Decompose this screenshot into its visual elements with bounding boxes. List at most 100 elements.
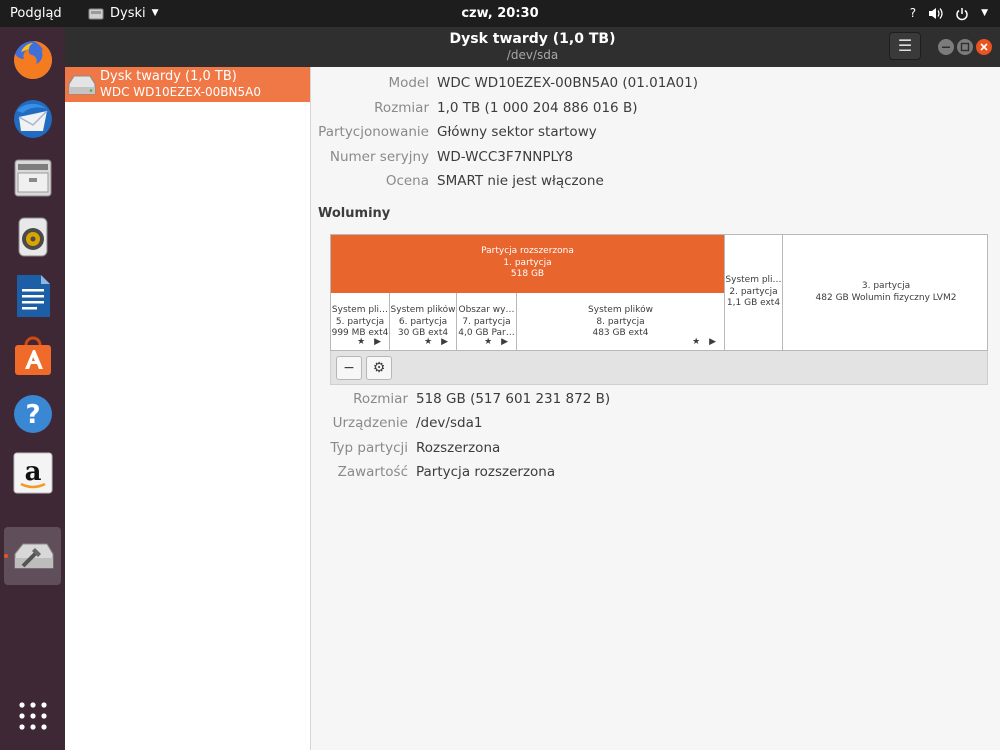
- gears-icon: ⚙: [372, 360, 386, 376]
- volume-line: 1. partycja: [503, 257, 552, 268]
- disks-app-icon: [88, 8, 104, 19]
- serial-label: Numer seryjny: [329, 149, 429, 165]
- thunderbird-icon: [13, 100, 52, 138]
- volume-line: System plików: [390, 305, 456, 315]
- minimize-icon: [942, 46, 950, 48]
- chevron-down-icon: ▼: [981, 8, 988, 18]
- partitioning-value: Główny sektor startowy: [437, 124, 597, 140]
- help-icon: ?: [13, 395, 52, 433]
- delete-partition-button[interactable]: −: [336, 356, 362, 380]
- volume-partition-3[interactable]: 3. partycja 482 GB Wolumin fizyczny LVM2: [782, 235, 987, 350]
- volume-map: Partycja rozszerzona 1. partycja 518 GB …: [330, 234, 988, 351]
- volume-line: Partycja rozszerzona: [481, 246, 574, 256]
- partitioning-label: Partycjonowanie: [318, 124, 429, 140]
- volume-line: 482 GB Wolumin fizyczny LVM2: [815, 292, 957, 303]
- volume-line: 3. partycja: [861, 281, 911, 291]
- mount-markers: ★ ▶: [484, 336, 511, 347]
- partition-type-value: Rozszerzona: [416, 440, 501, 456]
- volume-partition-8[interactable]: System plików 8. partycja 483 GB ext4 ★ …: [516, 293, 724, 350]
- partition-options-button[interactable]: ⚙: [366, 356, 392, 380]
- size-label: Rozmiar: [374, 100, 429, 116]
- maximize-button[interactable]: [957, 39, 973, 55]
- window-subtitle: /dev/sda: [506, 48, 559, 62]
- minimize-button[interactable]: [938, 39, 954, 55]
- contents-value: Partycja rozszerzona: [416, 464, 556, 480]
- dock-amazon[interactable]: a: [4, 444, 61, 502]
- partition-size-label: Rozmiar: [353, 391, 408, 407]
- device-label: Urządzenie: [332, 415, 408, 431]
- disks-icon: [14, 543, 53, 569]
- top-panel: Podgląd Dyski ▼ czw, 20:30 ? ▼: [0, 0, 1000, 27]
- volume-line: 5. partycja: [335, 316, 385, 327]
- dock-thunderbird[interactable]: [4, 90, 61, 148]
- firefox-icon: [13, 40, 52, 79]
- dock-libreoffice-writer[interactable]: [4, 267, 61, 325]
- minus-icon: −: [343, 360, 355, 376]
- volume-line: 518 GB: [510, 269, 545, 279]
- drive-list: Dysk twardy (1,0 TB) WDC WD10EZEX-00BN5A…: [65, 67, 311, 750]
- volume-line: 6. partycja: [398, 316, 448, 327]
- system-indicators[interactable]: ? ▼: [910, 0, 988, 27]
- help-indicator[interactable]: ?: [910, 0, 916, 27]
- chevron-down-icon: ▼: [151, 8, 159, 18]
- mount-markers: ★ ▶: [692, 336, 719, 347]
- activities-button[interactable]: Podgląd: [10, 0, 62, 27]
- dock-firefox[interactable]: [4, 31, 61, 89]
- partition-size-value: 518 GB (517 601 231 872 B): [416, 391, 611, 407]
- app-grid-icon: [18, 702, 47, 730]
- menu-button[interactable]: ☰: [889, 32, 921, 60]
- dock-rhythmbox[interactable]: [4, 208, 61, 266]
- svg-text:a: a: [24, 457, 41, 487]
- window-header: Dysk twardy (1,0 TB) /dev/sda ☰: [65, 27, 1000, 67]
- running-indicator: [4, 554, 8, 558]
- hamburger-icon: ☰: [897, 36, 913, 55]
- power-icon[interactable]: [955, 7, 969, 21]
- hard-disk-icon: [68, 75, 96, 95]
- app-menu-label: Dyski: [110, 6, 146, 21]
- volume-line: System pli…: [725, 275, 782, 285]
- amazon-icon: a: [13, 452, 52, 494]
- volume-line: System plików: [588, 305, 653, 315]
- software-center-icon: [14, 336, 51, 375]
- show-applications[interactable]: [4, 687, 61, 745]
- volume-line: 2. partycja: [729, 286, 778, 297]
- mount-markers: ★ ▶: [424, 336, 451, 347]
- device-value: /dev/sda1: [416, 415, 483, 431]
- volume-icon[interactable]: [928, 7, 943, 20]
- size-value: 1,0 TB (1 000 204 886 016 B): [437, 100, 638, 116]
- dock-help[interactable]: ?: [4, 385, 61, 443]
- model-value: WDC WD10EZEX-00BN5A0 (01.01A01): [437, 75, 698, 91]
- files-icon: [14, 159, 51, 197]
- serial-value: WD-WCC3F7NNPLY8: [437, 149, 574, 165]
- partition-type-label: Typ partycji: [330, 440, 408, 456]
- dock-ubuntu-software[interactable]: [4, 326, 61, 384]
- volume-partition-2[interactable]: System pli… 2. partycja 1,1 GB ext4: [724, 235, 782, 350]
- volume-line: Obszar wy…: [458, 305, 515, 315]
- dock-files[interactable]: [4, 149, 61, 207]
- volume-line: 8. partycja: [596, 316, 645, 327]
- dock-disks[interactable]: [4, 527, 61, 585]
- app-menu[interactable]: Dyski ▼: [88, 0, 159, 27]
- drive-list-item[interactable]: Dysk twardy (1,0 TB) WDC WD10EZEX-00BN5A…: [65, 67, 310, 102]
- writer-icon: [16, 275, 50, 317]
- close-button[interactable]: [976, 39, 992, 55]
- volume-line: System pli…: [331, 305, 389, 315]
- volume-partition-6[interactable]: System plików 6. partycja 30 GB ext4 ★ ▶: [389, 293, 456, 350]
- drive-model: WDC WD10EZEX-00BN5A0: [100, 85, 261, 99]
- rating-value: SMART nie jest włączone: [437, 173, 604, 189]
- dock: ? a: [0, 27, 65, 750]
- contents-label: Zawartość: [337, 464, 408, 480]
- volume-extended-partition[interactable]: Partycja rozszerzona 1. partycja 518 GB: [331, 235, 724, 293]
- model-label: Model: [388, 75, 429, 91]
- volume-toolbar: − ⚙: [330, 351, 988, 385]
- mount-markers: ★ ▶: [357, 336, 384, 347]
- drive-name: Dysk twardy (1,0 TB): [100, 69, 237, 84]
- volume-partition-5[interactable]: System pli… 5. partycja 999 MB ext4 ★ ▶: [331, 293, 389, 350]
- maximize-icon: [960, 42, 970, 52]
- rhythmbox-icon: [18, 217, 47, 257]
- drive-details: Model WDC WD10EZEX-00BN5A0 (01.01A01) Ro…: [311, 67, 1000, 750]
- volume-line: 7. partycja: [462, 316, 511, 327]
- volume-partition-7[interactable]: Obszar wy… 7. partycja 4,0 GB Par… ★ ▶: [456, 293, 516, 350]
- close-icon: [980, 43, 988, 51]
- rating-label: Ocena: [385, 173, 429, 189]
